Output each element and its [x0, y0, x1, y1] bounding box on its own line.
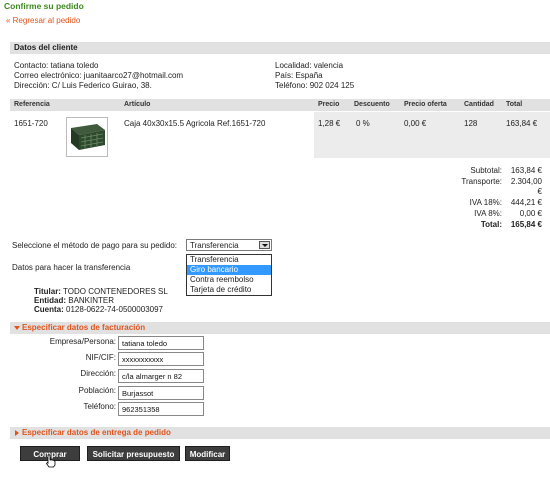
- poblacion-label: Población:: [78, 386, 116, 395]
- nif-label: NIF/CIF:: [85, 353, 116, 362]
- direccion-label: Dirección:: [80, 369, 116, 378]
- titular-label: Titular:: [34, 287, 61, 296]
- payment-option-giro-bancario[interactable]: Giro bancario: [187, 265, 271, 275]
- billing-section-label: Especificar datos de facturación: [22, 323, 146, 332]
- client-section-header: Datos del cliente: [10, 42, 550, 54]
- crate-image-icon: [71, 124, 105, 150]
- row-precio-oferta: 0,00 €: [404, 119, 427, 128]
- total-value: 165,84 €: [510, 220, 542, 229]
- hand-cursor-icon: [45, 454, 56, 468]
- empresa-label: Empresa/Persona:: [49, 337, 116, 346]
- col-cantidad: Cantidad: [464, 101, 494, 108]
- col-total: Total: [506, 101, 523, 108]
- entidad-value: BANKINTER: [68, 296, 115, 305]
- back-to-order-link[interactable]: « Regresar al pedido: [6, 16, 80, 25]
- col-referencia: Referencia: [14, 101, 50, 108]
- telefono-label: Teléfono:: [83, 402, 116, 411]
- row-precio: 1,28 €: [318, 119, 341, 128]
- telefono-field[interactable]: 962351358: [118, 402, 204, 416]
- row-total: 163,84 €: [506, 119, 538, 128]
- payment-method-selected: Transferencia: [190, 241, 239, 250]
- delivery-section-header[interactable]: Especificar datos de entrega de pedido: [10, 427, 550, 439]
- chevron-down-icon[interactable]: [259, 241, 270, 249]
- client-phone: Teléfono: 902 024 125: [275, 81, 355, 90]
- modificar-button[interactable]: Modificar: [185, 446, 230, 461]
- client-contact: Contacto: tatiana toledo: [14, 61, 99, 70]
- delivery-section-label: Especificar datos de entrega de pedido: [22, 428, 171, 437]
- transporte-value: 2.304,00: [510, 177, 542, 186]
- client-section-label: Datos del cliente: [14, 43, 78, 52]
- titular-line: Titular: TODO CONTENEDORES SL: [34, 287, 168, 296]
- row-referencia: 1651-720: [14, 119, 48, 128]
- entidad-label: Entidad:: [34, 296, 66, 305]
- transporte-currency: €: [537, 187, 542, 196]
- cuenta-line: Cuenta: 0128-0622-74-0500003097: [34, 305, 163, 314]
- iva18-value: 444,21 €: [510, 198, 542, 207]
- poblacion-field[interactable]: Burjassot: [118, 386, 204, 400]
- iva8-value: 0,00 €: [519, 209, 542, 218]
- payment-method-select[interactable]: Transferencia: [186, 239, 272, 251]
- client-locality: Localidad: valencia: [275, 61, 344, 70]
- col-articulo: Artículo: [124, 101, 151, 108]
- col-precio: Precio: [318, 101, 340, 108]
- expand-down-icon: [14, 326, 20, 330]
- nif-field[interactable]: xxxxxxxxxxx: [118, 352, 204, 366]
- payment-method-dropdown: Transferencia Giro bancario Contra reemb…: [186, 254, 272, 296]
- col-descuento: Descuento: [354, 101, 390, 108]
- client-address: Dirección: C/ Luis Federico Guirao, 38.: [14, 81, 152, 90]
- row-descuento: 0 %: [356, 119, 370, 128]
- entidad-line: Entidad: BANKINTER: [34, 296, 114, 305]
- cuenta-value: 0128-0622-74-0500003097: [66, 305, 163, 314]
- solicitar-presupuesto-button[interactable]: Solicitar presupuesto: [87, 446, 180, 461]
- titular-value: TODO CONTENEDORES SL: [63, 287, 168, 296]
- transfer-heading: Datos para hacer la transferencia: [12, 263, 131, 272]
- client-email: Correo electrónico: juanitaarco27@hotmai…: [14, 71, 184, 80]
- payment-option-tarjeta[interactable]: Tarjeta de crédito: [187, 285, 271, 295]
- payment-option-transferencia[interactable]: Transferencia: [187, 255, 271, 265]
- subtotal-value: 163,84 €: [510, 166, 542, 175]
- payment-method-label: Seleccione el método de pago para su ped…: [12, 241, 178, 250]
- col-precio-oferta: Precio oferta: [404, 101, 447, 108]
- client-country: País: España: [275, 71, 323, 80]
- cuenta-label: Cuenta:: [34, 305, 64, 314]
- page-title: Confirme su pedido: [4, 1, 84, 11]
- product-thumbnail: [66, 117, 108, 157]
- payment-option-contra-reembolso[interactable]: Contra reembolso: [187, 275, 271, 285]
- billing-section-header[interactable]: Especificar datos de facturación: [10, 322, 550, 334]
- expand-right-icon: [15, 430, 19, 436]
- direccion-field[interactable]: c/la almarger n 82: [118, 369, 204, 383]
- row-articulo: Caja 40x30x15.5 Agricola Ref.1651-720: [124, 119, 266, 128]
- row-cantidad: 128: [464, 119, 478, 128]
- empresa-field[interactable]: tatiana toledo: [118, 336, 204, 350]
